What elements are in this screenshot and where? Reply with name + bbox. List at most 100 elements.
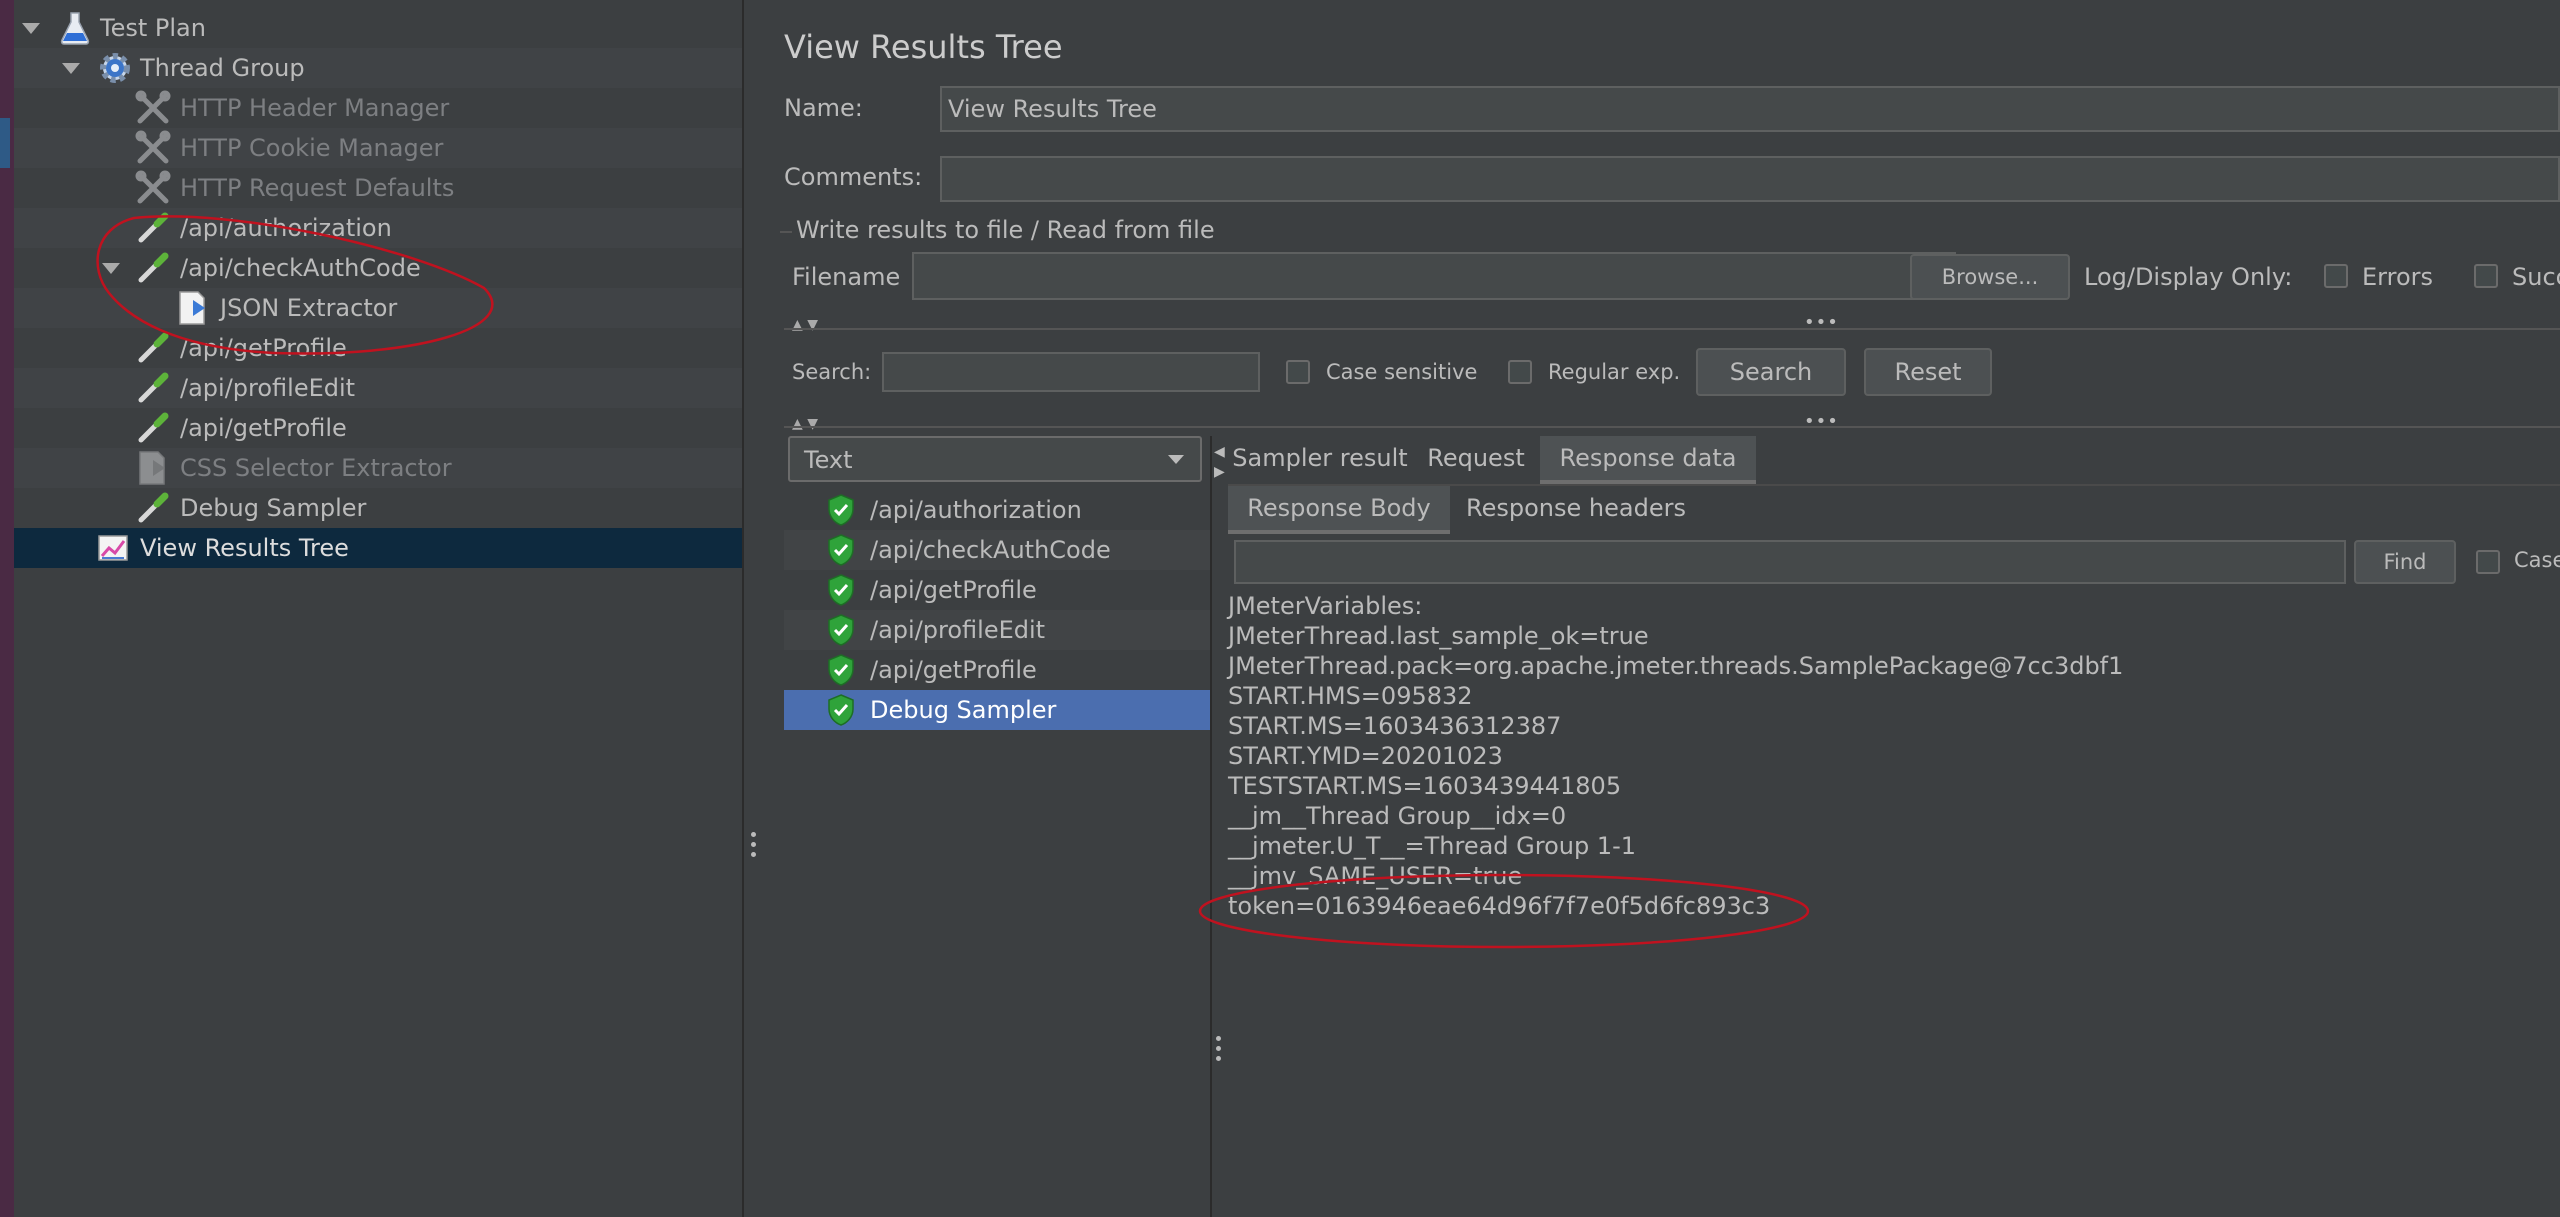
tab-request[interactable]: Request <box>1412 436 1540 480</box>
tree-item-test-plan[interactable]: Test Plan <box>14 8 742 48</box>
tree-item-label: Debug Sampler <box>180 494 367 522</box>
comments-field[interactable] <box>940 156 2560 202</box>
find-case-label: Case <box>2514 548 2560 572</box>
collapse-arrows-icon[interactable]: ▲ ▼ <box>792 317 818 333</box>
expand-toggle-icon[interactable] <box>62 63 80 74</box>
extractor-icon <box>134 449 172 487</box>
tree-item-label: /api/getProfile <box>180 414 347 442</box>
annotation-ellipse <box>1198 873 1810 949</box>
success-shield-icon <box>822 571 860 609</box>
find-case-checkbox[interactable] <box>2476 550 2500 574</box>
success-shield-icon <box>822 691 860 729</box>
comments-label: Comments: <box>784 163 923 191</box>
tab-sampler-result[interactable]: Sampler result <box>1228 436 1412 480</box>
edge-marker <box>0 118 10 168</box>
tree-item-label: View Results Tree <box>140 534 349 562</box>
splitter-grip <box>1216 1046 1221 1051</box>
response-line: JMeterThread.pack=org.apache.jmeter.thre… <box>1228 652 2124 680</box>
collapse-arrows-icon[interactable]: ▲ ▼ <box>792 416 818 432</box>
errors-checkbox[interactable] <box>2324 264 2348 288</box>
splitter-grip <box>1216 1036 1221 1041</box>
search-label: Search: <box>792 360 872 384</box>
horizontal-splitter[interactable] <box>784 426 2560 428</box>
chart-icon <box>94 529 132 567</box>
success-shield-icon <box>822 531 860 569</box>
response-line: JMeterVariables: <box>1228 592 1423 620</box>
find-button[interactable]: Find <box>2354 540 2456 584</box>
result-item-label: /api/getProfile <box>870 656 1037 684</box>
tree-item-http-request-defaults[interactable]: HTTP Request Defaults <box>14 168 742 208</box>
name-label: Name: <box>784 94 863 122</box>
splitter-grip <box>751 852 756 857</box>
splitter-grip <box>751 832 756 837</box>
result-item[interactable]: /api/checkAuthCode <box>784 530 1210 570</box>
result-item[interactable]: /api/profileEdit <box>784 610 1210 650</box>
name-field[interactable]: View Results Tree <box>940 86 2560 132</box>
tree-item-label: Thread Group <box>140 54 305 82</box>
search-input[interactable] <box>882 352 1260 392</box>
wrench-icon <box>134 89 172 127</box>
response-line: __jmeter.U_T__=Thread Group 1-1 <box>1228 832 1637 860</box>
search-button[interactable]: Search <box>1696 348 1846 396</box>
group-border <box>780 231 792 233</box>
pipette-icon <box>134 489 172 527</box>
annotation-ellipse <box>96 215 494 355</box>
success-shield-icon <box>822 611 860 649</box>
splitter-grip <box>751 842 756 847</box>
tree-item-css-selector-extractor[interactable]: CSS Selector Extractor <box>14 448 742 488</box>
tab-response-body[interactable]: Response Body <box>1228 486 1450 534</box>
tree-item-view-results-tree[interactable]: View Results Tree <box>14 528 742 568</box>
expand-toggle-icon[interactable] <box>22 23 40 34</box>
result-detail-pane: Sampler result Request Response data Res… <box>1198 436 2560 1217</box>
test-plan-tree[interactable]: Test Plan Thread Group HTTP Header Manag… <box>14 0 742 1217</box>
filename-field[interactable] <box>912 252 1956 300</box>
file-group-title: Write results to file / Read from file <box>796 216 1215 244</box>
renderer-selected-value: Text <box>804 446 853 474</box>
success-shield-icon <box>822 651 860 689</box>
gear-icon <box>96 49 134 87</box>
regexp-checkbox[interactable] <box>1508 360 1532 384</box>
tree-item-api-getprofile-2[interactable]: /api/getProfile <box>14 408 742 448</box>
tab-response-data[interactable]: Response data <box>1540 436 1756 484</box>
result-item[interactable]: /api/getProfile <box>784 650 1210 690</box>
result-item-label: /api/getProfile <box>870 576 1037 604</box>
renderer-select[interactable]: Text <box>788 436 1202 482</box>
response-line: START.HMS=095832 <box>1228 682 1473 710</box>
wrench-icon <box>134 129 172 167</box>
tree-item-label: HTTP Header Manager <box>180 94 450 122</box>
splitter-grip <box>1216 1056 1221 1061</box>
reset-button[interactable]: Reset <box>1864 348 1992 396</box>
filename-label: Filename <box>792 263 901 291</box>
pipette-icon <box>134 409 172 447</box>
collapse-arrows-icon[interactable]: ◀ ▶ <box>1214 442 1225 482</box>
response-line: TESTSTART.MS=1603439441805 <box>1228 772 1622 800</box>
find-input[interactable] <box>1234 540 2346 584</box>
tree-item-http-cookie-manager[interactable]: HTTP Cookie Manager <box>14 128 742 168</box>
tree-item-label: CSS Selector Extractor <box>180 454 452 482</box>
success-shield-icon <box>822 491 860 529</box>
tree-item-label: Test Plan <box>100 14 206 42</box>
tab-response-headers[interactable]: Response headers <box>1450 486 1702 530</box>
result-item-selected[interactable]: Debug Sampler <box>784 690 1210 730</box>
regexp-label: Regular exp. <box>1548 360 1681 384</box>
tree-item-thread-group[interactable]: Thread Group <box>14 48 742 88</box>
pipette-icon <box>134 369 172 407</box>
browse-button[interactable]: Browse... <box>1910 254 2070 300</box>
window-edge-strip <box>0 0 14 1217</box>
splitter-grip-icon[interactable]: ••• <box>1804 411 1839 432</box>
case-sensitive-label: Case sensitive <box>1326 360 1478 384</box>
response-body-text[interactable]: JMeterVariables: JMeterThread.last_sampl… <box>1228 591 2560 920</box>
successes-checkbox[interactable] <box>2474 264 2498 288</box>
view-results-tree-panel: View Results Tree Name: View Results Tre… <box>762 0 2560 1217</box>
result-item-label: /api/authorization <box>870 496 1082 524</box>
result-item[interactable]: /api/getProfile <box>784 570 1210 610</box>
horizontal-splitter[interactable] <box>784 328 2560 330</box>
result-item[interactable]: /api/authorization <box>784 490 1210 530</box>
tree-item-api-profileedit[interactable]: /api/profileEdit <box>14 368 742 408</box>
vertical-splitter[interactable] <box>742 0 764 1217</box>
tree-item-http-header-manager[interactable]: HTTP Header Manager <box>14 88 742 128</box>
case-sensitive-checkbox[interactable] <box>1286 360 1310 384</box>
tree-item-debug-sampler[interactable]: Debug Sampler <box>14 488 742 528</box>
inner-vertical-splitter[interactable]: ◀ ▶ <box>1210 436 1226 1217</box>
wrench-icon <box>134 169 172 207</box>
